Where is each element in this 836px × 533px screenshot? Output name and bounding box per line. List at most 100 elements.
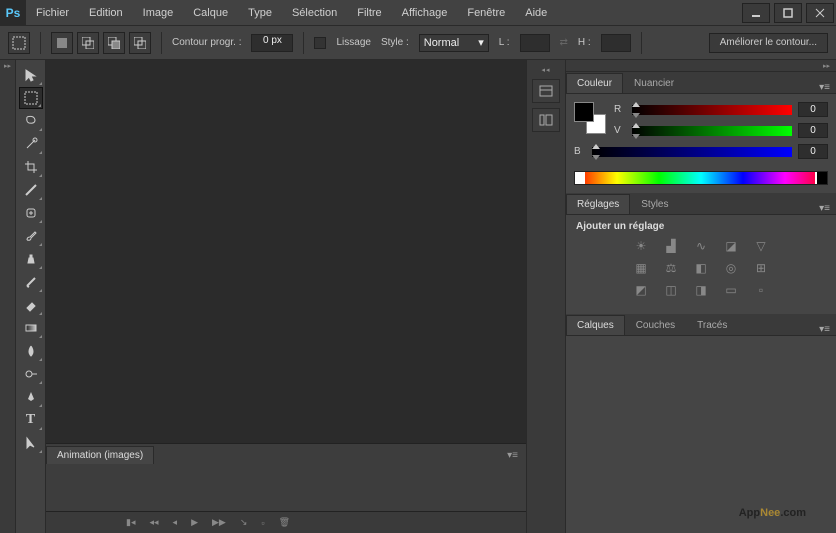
brush-tool[interactable] (19, 225, 43, 247)
color-ramp[interactable] (574, 171, 828, 185)
b-value[interactable]: 0 (798, 144, 828, 159)
workspace: ▸▸ T Animation (images) ▾≡ ▮◂ ◂◂ (0, 60, 836, 533)
menu-fenetre[interactable]: Fenêtre (457, 2, 515, 24)
rewind-icon[interactable]: ▮◂ (126, 517, 135, 528)
balance-icon[interactable]: ⚖ (661, 260, 681, 276)
eyedropper-tool[interactable] (19, 179, 43, 201)
gradient-tool[interactable] (19, 317, 43, 339)
r-slider[interactable] (632, 105, 792, 115)
prev-icon[interactable]: ◂◂ (149, 517, 158, 528)
width-label: L : (499, 37, 510, 48)
selection-sub-icon[interactable] (103, 32, 125, 54)
tab-animation[interactable]: Animation (images) (46, 446, 154, 464)
exposure-icon[interactable]: ◪ (721, 238, 741, 254)
collapsed-history-icon[interactable] (532, 79, 560, 103)
tab-nuancier[interactable]: Nuancier (623, 73, 685, 93)
b-slider[interactable] (592, 147, 792, 157)
levels-icon[interactable]: ▟ (661, 238, 681, 254)
tab-calques[interactable]: Calques (566, 315, 625, 335)
tools-collapse-strip[interactable]: ▸▸ (0, 60, 16, 533)
blur-tool[interactable] (19, 340, 43, 362)
threshold-icon[interactable]: ◨ (691, 282, 711, 298)
menu-calque[interactable]: Calque (183, 2, 238, 24)
play-icon[interactable]: ▶ (191, 517, 198, 528)
pen-tool[interactable] (19, 386, 43, 408)
style-select[interactable]: Normal▾ (419, 34, 489, 52)
step-fwd-icon[interactable]: ▶▶ (212, 517, 226, 528)
invert-icon[interactable]: ◩ (631, 282, 651, 298)
menu-affichage[interactable]: Affichage (392, 2, 458, 24)
selection-new-icon[interactable] (51, 32, 73, 54)
gradmap-icon[interactable]: ▭ (721, 282, 741, 298)
collapsed-panel-strip (526, 60, 566, 533)
vibrance-icon[interactable]: ▽ (751, 238, 771, 254)
canvas[interactable] (46, 60, 526, 443)
anti-alias-checkbox[interactable] (314, 37, 326, 49)
menu-aide[interactable]: Aide (515, 2, 557, 24)
main-menu: Fichier Edition Image Calque Type Sélect… (26, 2, 557, 24)
feather-input[interactable]: 0 px (251, 34, 293, 52)
collapsed-properties-icon[interactable] (532, 108, 560, 132)
selection-add-icon[interactable] (77, 32, 99, 54)
options-bar: Contour progr. : 0 px Lissage Style : No… (0, 26, 836, 60)
healing-brush-tool[interactable] (19, 202, 43, 224)
menu-filtre[interactable]: Filtre (347, 2, 391, 24)
marquee-tool[interactable] (19, 87, 43, 109)
refine-edge-button[interactable]: Améliorer le contour... (709, 33, 828, 53)
trash-icon[interactable]: 🗑 (279, 517, 290, 528)
marquee-tool-indicator-icon[interactable] (8, 32, 30, 54)
tab-reglages[interactable]: Réglages (566, 194, 630, 214)
right-panels: ▸▸ Couleur Nuancier ▾≡ R0 V0 B0 Réglages… (566, 60, 836, 533)
menu-image[interactable]: Image (133, 2, 184, 24)
history-brush-tool[interactable] (19, 271, 43, 293)
b-label: B (574, 146, 586, 157)
g-slider[interactable] (632, 126, 792, 136)
r-label: R (614, 104, 626, 115)
g-value[interactable]: 0 (798, 123, 828, 138)
tab-couches[interactable]: Couches (625, 315, 686, 335)
move-tool[interactable] (19, 64, 43, 86)
lasso-tool[interactable] (19, 110, 43, 132)
reglages-panel-menu-icon[interactable]: ▾≡ (813, 203, 836, 214)
maximize-button[interactable] (774, 3, 802, 23)
mixer-icon[interactable]: ⊞ (751, 260, 771, 276)
posterize-icon[interactable]: ◫ (661, 282, 681, 298)
minimize-button[interactable] (742, 3, 770, 23)
layers-panel-menu-icon[interactable]: ▾≡ (813, 324, 836, 335)
curves-icon[interactable]: ∿ (691, 238, 711, 254)
menu-type[interactable]: Type (238, 2, 282, 24)
tab-styles[interactable]: Styles (630, 194, 679, 214)
color-panel-menu-icon[interactable]: ▾≡ (813, 82, 836, 93)
dodge-tool[interactable] (19, 363, 43, 385)
r-value[interactable]: 0 (798, 102, 828, 117)
hue-icon[interactable]: ▦ (631, 260, 651, 276)
tab-traces[interactable]: Tracés (686, 315, 738, 335)
tween-icon[interactable]: ↘ (240, 517, 248, 528)
tab-couleur[interactable]: Couleur (566, 73, 623, 93)
menu-edition[interactable]: Edition (79, 2, 133, 24)
type-tool[interactable]: T (19, 409, 43, 431)
crop-tool[interactable] (19, 156, 43, 178)
magic-wand-tool[interactable] (19, 133, 43, 155)
eraser-tool[interactable] (19, 294, 43, 316)
menu-fichier[interactable]: Fichier (26, 2, 79, 24)
brightness-icon[interactable]: ☀ (631, 238, 651, 254)
path-select-tool[interactable] (19, 432, 43, 454)
height-label: H : (578, 37, 591, 48)
window-controls (740, 1, 836, 25)
selection-intersect-icon[interactable] (129, 32, 151, 54)
animation-panel-menu-icon[interactable]: ▾≡ (499, 450, 526, 461)
menu-selection[interactable]: Sélection (282, 2, 347, 24)
foreground-swatch[interactable] (574, 102, 594, 122)
panels-collapse-strip[interactable]: ▸▸ (566, 60, 836, 72)
color-panel-tabs: Couleur Nuancier ▾≡ (566, 72, 836, 94)
step-back-icon[interactable]: ◂ (173, 517, 178, 528)
clone-stamp-tool[interactable] (19, 248, 43, 270)
close-button[interactable] (806, 3, 834, 23)
new-frame-icon[interactable]: ▫ (261, 518, 264, 528)
color-swatches[interactable] (574, 102, 606, 134)
style-label: Style : (381, 37, 409, 48)
photofilter-icon[interactable]: ◎ (721, 260, 741, 276)
selective-icon[interactable]: ▫ (751, 282, 771, 298)
bw-icon[interactable]: ◧ (691, 260, 711, 276)
